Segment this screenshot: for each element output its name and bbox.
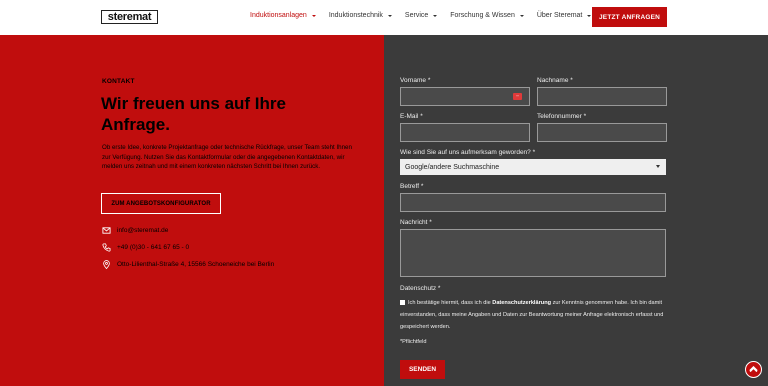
chevron-down-icon bbox=[311, 14, 316, 17]
jetzt-anfragen-button[interactable]: JETZT ANFRAGEN bbox=[592, 7, 667, 27]
vorname-label: Vorname * bbox=[400, 77, 431, 84]
nachricht-label: Nachricht * bbox=[400, 219, 432, 226]
chevron-down-icon bbox=[587, 14, 592, 17]
source-selected-value: Google/andere Suchmaschine bbox=[405, 163, 500, 171]
chevron-down-icon bbox=[519, 14, 524, 17]
email-link[interactable]: info@steremat.de bbox=[117, 227, 168, 234]
datenschutz-link[interactable]: Datenschutzerklärung bbox=[492, 300, 551, 306]
consent-checkbox[interactable] bbox=[400, 300, 405, 306]
menu-item-label: Service bbox=[404, 12, 429, 19]
autofill-badge-text: ··· bbox=[515, 93, 520, 98]
datenschutz-label: Datenschutz * bbox=[400, 285, 441, 292]
email-label: E-Mail * bbox=[400, 113, 423, 120]
chevron-down-icon bbox=[433, 14, 438, 17]
section-label: KONTAKT bbox=[102, 78, 135, 85]
menu-item-label: Induktionsanlagen bbox=[250, 12, 307, 19]
submit-button[interactable]: SENDEN bbox=[400, 360, 445, 379]
telefon-label: Telefonnummer * bbox=[537, 113, 587, 120]
angebotskonfigurator-button[interactable]: ZUM ANGEBOTSKONFIGURATOR bbox=[101, 193, 221, 214]
chevron-down-icon bbox=[387, 14, 392, 17]
menu-item-service[interactable]: Service bbox=[404, 12, 438, 19]
logo-text: steremat bbox=[107, 10, 152, 23]
menu-item-label: Forschung & Wissen bbox=[450, 12, 515, 19]
email-row[interactable]: info@steremat.de bbox=[102, 226, 168, 235]
phone-icon bbox=[102, 243, 111, 252]
telefon-input[interactable] bbox=[537, 123, 667, 142]
menu-item-ueber-steremat[interactable]: Über Steremat bbox=[537, 12, 592, 19]
betreff-input[interactable] bbox=[400, 193, 666, 212]
address-row: Otto-Lilienthal-Straße 4, 15566 Schoenei… bbox=[102, 260, 274, 269]
source-label: Wie sind Sie auf uns aufmerksam geworden… bbox=[400, 149, 536, 156]
top-navigation: steremat Induktionsanlagen Induktionstec… bbox=[0, 0, 768, 35]
menu-item-label: Über Steremat bbox=[536, 12, 583, 19]
nachname-input[interactable] bbox=[537, 87, 667, 106]
required-note: *Pflichtfeld bbox=[400, 339, 427, 345]
page-title: Wir freuen uns auf Ihre Anfrage. bbox=[101, 94, 286, 134]
menu-item-label: Induktionstechnik bbox=[328, 12, 383, 19]
chevron-down-icon bbox=[656, 165, 660, 168]
autofill-icon[interactable]: ··· bbox=[513, 93, 522, 100]
email-input[interactable] bbox=[400, 123, 530, 142]
intro-text: Ob erste Idee, konkrete Projektanfrage o… bbox=[102, 144, 352, 171]
menu-item-induktionstechnik[interactable]: Induktionstechnik bbox=[329, 12, 392, 19]
menu-item-forschung[interactable]: Forschung & Wissen bbox=[450, 12, 524, 19]
envelope-icon bbox=[102, 227, 111, 234]
chevron-up-icon bbox=[749, 366, 758, 373]
consent-text: Ich bestätige hiermit, dass ich die Date… bbox=[400, 297, 666, 333]
nachricht-textarea[interactable] bbox=[400, 229, 666, 277]
source-select[interactable]: Google/andere Suchmaschine bbox=[400, 159, 666, 175]
map-pin-icon bbox=[103, 260, 110, 269]
scroll-to-top-button[interactable] bbox=[745, 361, 762, 378]
consent-before: Ich bestätige hiermit, dass ich die bbox=[408, 300, 491, 306]
phone-row[interactable]: +49 (0)30 - 641 67 65 - 0 bbox=[102, 243, 189, 252]
steremat-logo[interactable]: steremat bbox=[101, 10, 158, 24]
nachname-label: Nachname * bbox=[537, 77, 573, 84]
address-text: Otto-Lilienthal-Straße 4, 15566 Schoenei… bbox=[117, 261, 275, 268]
betreff-label: Betreff * bbox=[400, 183, 424, 190]
menu-item-induktionsanlagen[interactable]: Induktionsanlagen bbox=[250, 12, 316, 19]
main-menu: Induktionsanlagen Induktionstechnik Serv… bbox=[250, 12, 604, 19]
phone-number[interactable]: +49 (0)30 - 641 67 65 - 0 bbox=[117, 244, 189, 251]
vorname-input[interactable] bbox=[400, 87, 530, 106]
